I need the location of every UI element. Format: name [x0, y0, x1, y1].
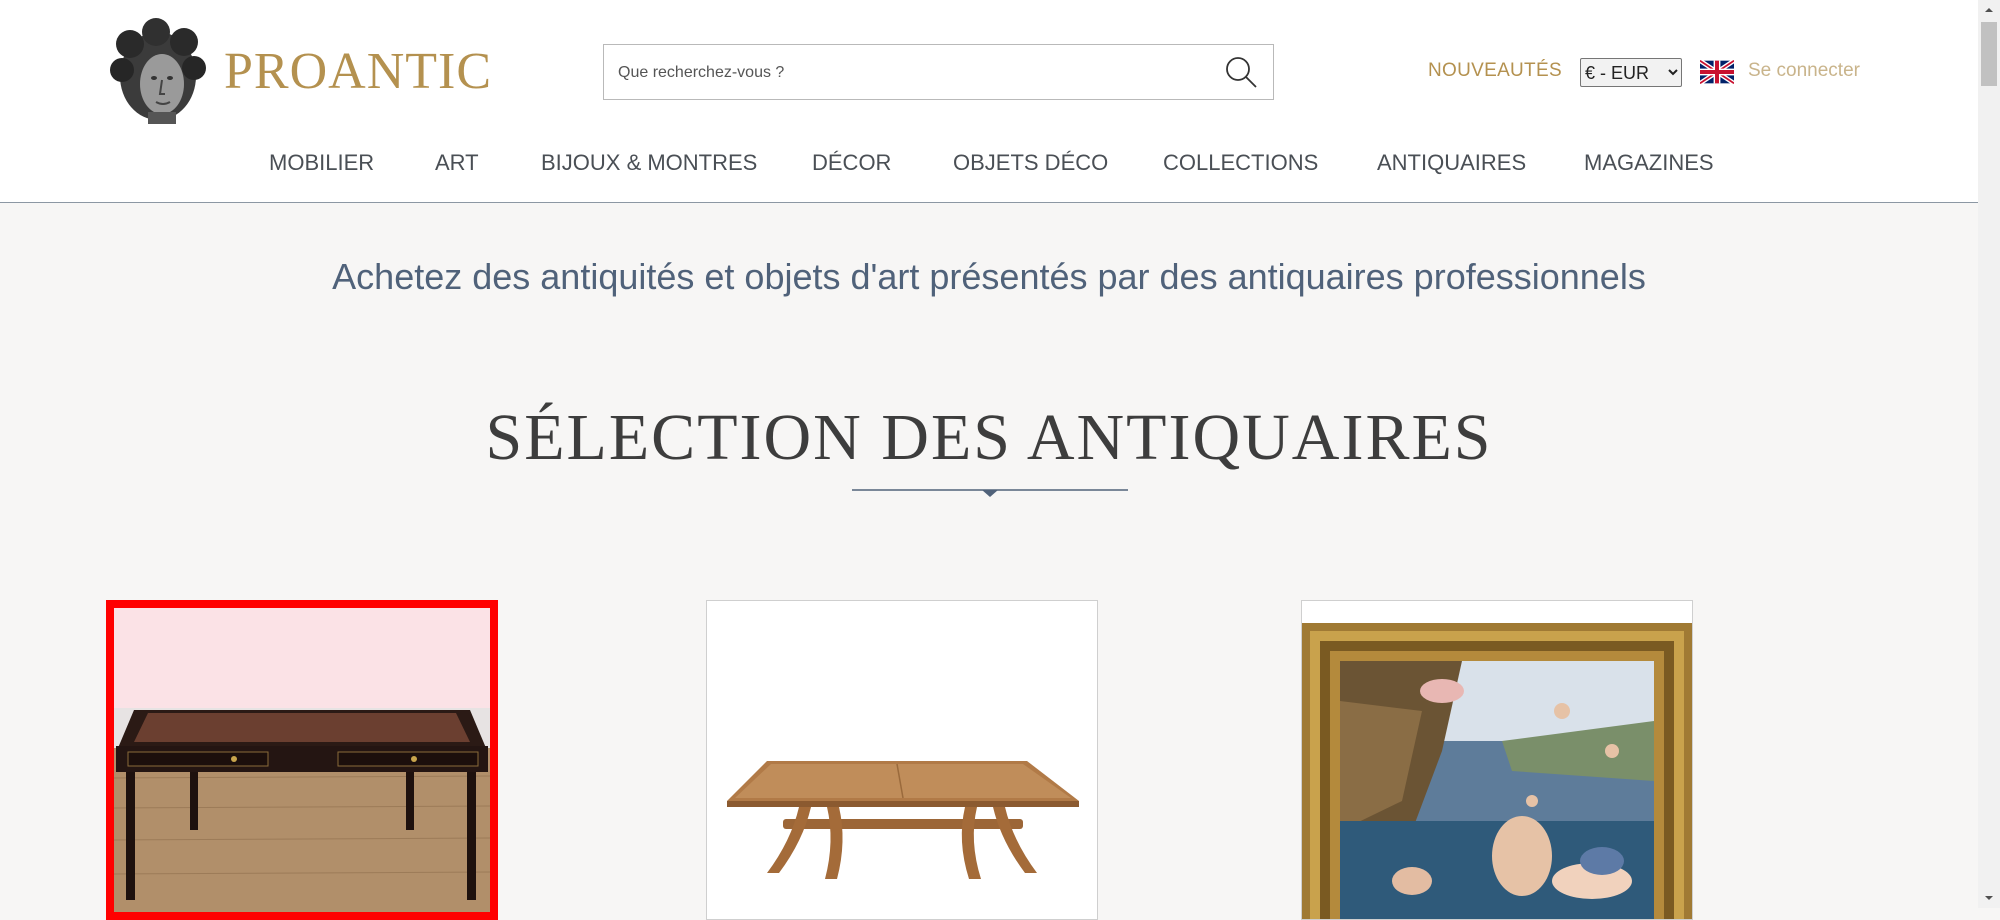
product-card-dining-table[interactable] [706, 600, 1098, 920]
login-link[interactable]: Se connecter [1748, 60, 1860, 82]
scroll-down-arrow-icon[interactable] [1981, 890, 1997, 906]
nav-item-decor[interactable]: DÉCOR [812, 150, 891, 176]
search-input[interactable] [616, 45, 1210, 101]
product-card-painting[interactable] [1301, 600, 1693, 920]
page-scrollbar[interactable] [1978, 0, 2000, 908]
nav-item-art[interactable]: ART [435, 150, 479, 176]
logo-statue-head-icon[interactable] [108, 18, 212, 126]
tagline: Achetez des antiquités et objets d'art p… [332, 256, 1646, 297]
desk-image [114, 608, 490, 912]
nav-item-objets-deco[interactable]: OBJETS DÉCO [953, 150, 1108, 176]
main-nav: MOBILIER ART BIJOUX & MONTRES DÉCOR OBJE… [0, 150, 1978, 180]
uk-flag-icon[interactable] [1700, 60, 1734, 84]
nav-item-bijoux-montres[interactable]: BIJOUX & MONTRES [541, 150, 757, 176]
site-header: PROANTIC NOUVEAUTÉS € - EUR Se connecter… [0, 0, 1978, 203]
nav-item-magazines[interactable]: MAGAZINES [1584, 150, 1714, 176]
nav-item-mobilier[interactable]: MOBILIER [269, 150, 374, 176]
brand-name[interactable]: PROANTIC [224, 42, 492, 101]
nav-item-antiquaires[interactable]: ANTIQUAIRES [1377, 150, 1526, 176]
painting-image [1302, 601, 1692, 919]
section-title: SÉLECTION DES ANTIQUAIRES [485, 401, 1493, 474]
scroll-up-arrow-icon[interactable] [1981, 2, 1997, 18]
search-icon[interactable] [1223, 54, 1259, 90]
scrollbar-thumb[interactable] [1981, 22, 1997, 86]
nav-item-collections[interactable]: COLLECTIONS [1163, 150, 1318, 176]
search-bar [603, 44, 1274, 101]
currency-select[interactable]: € - EUR [1580, 58, 1682, 87]
section-divider [852, 489, 1128, 497]
product-card-desk[interactable] [106, 600, 498, 920]
nouveautes-link[interactable]: NOUVEAUTÉS [1428, 60, 1562, 82]
dining-table-image [707, 601, 1097, 919]
